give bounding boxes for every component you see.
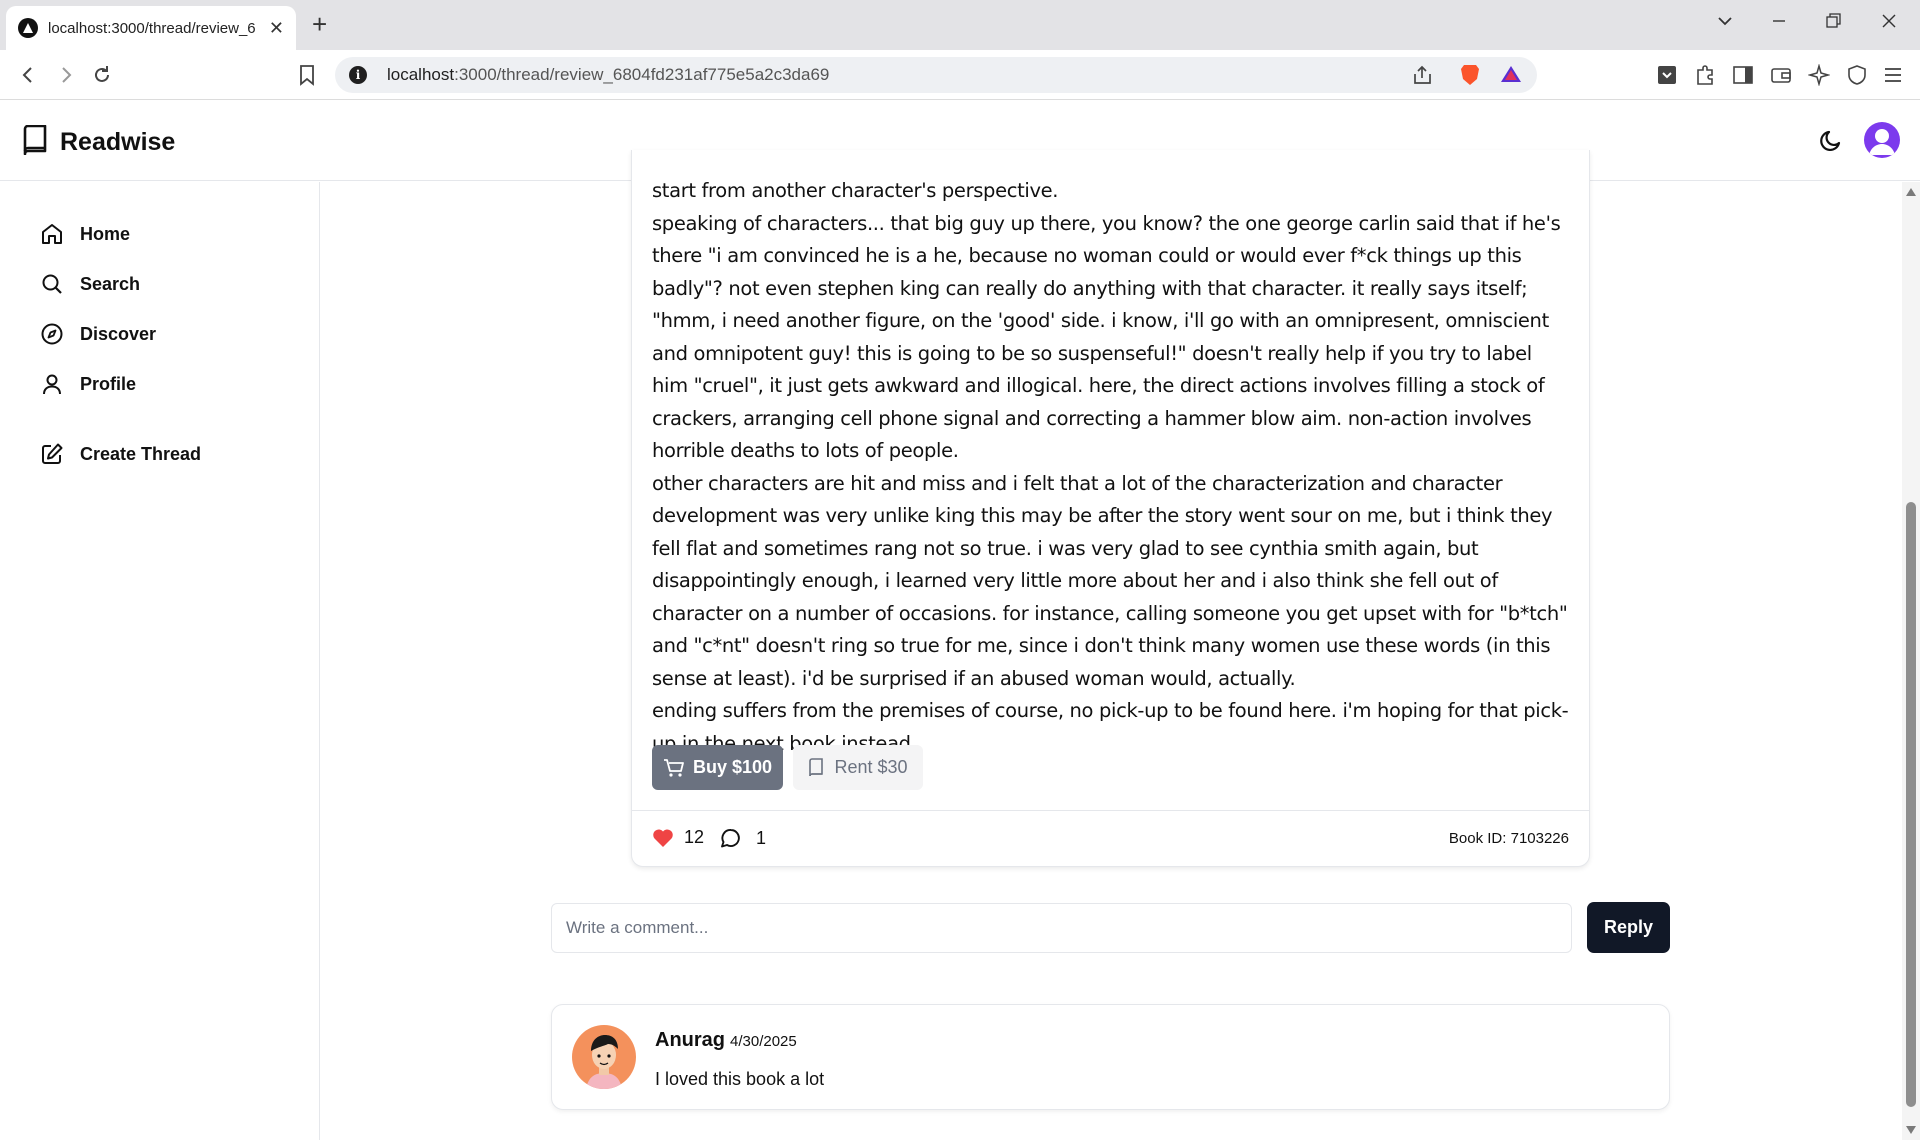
sidebar-item-discover[interactable]: Discover xyxy=(40,319,156,349)
sidebar: Home Search Discover Profile Create Thre… xyxy=(0,182,320,1140)
leo-ai-icon[interactable] xyxy=(1807,63,1831,87)
comment-author[interactable]: Anurag xyxy=(655,1029,725,1052)
vpn-shield-icon[interactable] xyxy=(1846,64,1868,86)
brave-shield-icon[interactable] xyxy=(1460,63,1480,92)
reload-icon[interactable] xyxy=(90,63,114,87)
sidebar-item-search[interactable]: Search xyxy=(40,269,140,299)
book-icon xyxy=(809,757,824,776)
browser-tab-bar: localhost:3000/thread/review_6 ✕ + xyxy=(0,0,1920,50)
sidebar-item-label: Discover xyxy=(80,323,157,344)
minimize-button[interactable] xyxy=(1770,12,1788,35)
sidebar-item-label: Search xyxy=(80,273,141,294)
book-logo-icon xyxy=(22,124,48,160)
heart-icon xyxy=(653,828,673,847)
sidebar-item-label: Home xyxy=(80,223,131,244)
search-icon xyxy=(42,274,62,294)
forward-arrow-icon[interactable] xyxy=(54,63,78,87)
restore-button[interactable] xyxy=(1824,12,1842,35)
reply-button[interactable]: Reply xyxy=(1587,902,1670,953)
review-text: start from another character's perspecti… xyxy=(652,175,1572,760)
address-bar[interactable]: i localhost:3000/thread/review_6804fd231… xyxy=(335,57,1537,93)
sidebar-item-profile[interactable]: Profile xyxy=(40,369,136,399)
wallet-icon[interactable] xyxy=(1770,64,1792,86)
extensions-icon[interactable] xyxy=(1694,64,1716,86)
review-card: start from another character's perspecti… xyxy=(631,150,1590,867)
bookmark-icon[interactable] xyxy=(295,63,319,87)
buy-button[interactable]: Buy $100 xyxy=(652,745,783,790)
book-id: Book ID: 7103226 xyxy=(1448,830,1569,847)
sidebar-item-label: Profile xyxy=(80,373,137,394)
comment-count: 1 xyxy=(756,827,767,848)
browser-tab[interactable]: localhost:3000/thread/review_6 ✕ xyxy=(6,6,296,50)
commenter-avatar xyxy=(572,1025,636,1089)
like-count: 12 xyxy=(684,827,705,847)
menu-icon[interactable] xyxy=(1882,64,1904,86)
comment-input[interactable] xyxy=(551,903,1572,953)
tab-list-chevron-icon[interactable] xyxy=(1716,12,1734,35)
moon-icon[interactable] xyxy=(1818,128,1844,154)
user-icon xyxy=(43,374,61,395)
page-scrollbar[interactable] xyxy=(1902,182,1920,1140)
tab-title: localhost:3000/thread/review_6 xyxy=(48,19,256,37)
review-paragraph: ending suffers from the premises of cour… xyxy=(652,699,1569,755)
favicon-icon xyxy=(18,18,38,38)
review-paragraph: start from another character's perspecti… xyxy=(652,179,1059,202)
home-icon xyxy=(42,224,62,244)
new-tab-button[interactable]: + xyxy=(312,11,327,37)
sidebar-item-create-thread[interactable]: Create Thread xyxy=(40,439,201,469)
comment-count-button[interactable]: 1 xyxy=(720,827,766,849)
url-text: localhost:3000/thread/review_6804fd231af… xyxy=(387,65,830,84)
sidebar-item-home[interactable]: Home xyxy=(40,219,130,249)
comment-text: I loved this book a lot xyxy=(655,1069,825,1089)
scroll-down-arrow-icon xyxy=(1906,1126,1916,1134)
tab-close-icon[interactable]: ✕ xyxy=(269,18,284,39)
buy-label: Buy $100 xyxy=(692,757,773,777)
review-paragraph: speaking of characters... that big guy u… xyxy=(652,211,1561,463)
browser-toolbar: i localhost:3000/thread/review_6804fd231… xyxy=(0,50,1920,100)
comment-icon xyxy=(721,829,740,848)
sidebar-item-label: Create Thread xyxy=(80,443,202,464)
cart-icon xyxy=(663,758,684,777)
rent-button[interactable]: Rent $30 xyxy=(793,745,923,790)
brand-name: Readwise xyxy=(60,128,176,156)
site-info-icon[interactable]: i xyxy=(349,66,367,84)
scroll-thumb[interactable] xyxy=(1906,502,1916,1107)
edit-icon xyxy=(42,443,63,464)
sidebar-toggle-icon[interactable] xyxy=(1732,64,1754,86)
review-paragraph: other characters are hit and miss and i … xyxy=(652,471,1568,690)
share-icon[interactable] xyxy=(1412,65,1434,90)
comment-date: 4/30/2025 xyxy=(730,1033,797,1050)
comment-card: Anurag 4/30/2025 I loved this book a lot xyxy=(551,1004,1670,1110)
scroll-up-arrow-icon xyxy=(1906,188,1916,196)
compass-icon xyxy=(41,323,63,345)
user-avatar[interactable] xyxy=(1864,122,1900,158)
like-button[interactable]: 12 xyxy=(652,827,704,848)
window-close-button[interactable] xyxy=(1880,12,1898,35)
download-icon[interactable] xyxy=(1656,64,1678,86)
brave-rewards-icon[interactable] xyxy=(1500,64,1522,89)
brand-logo[interactable]: Readwise xyxy=(22,124,176,160)
rent-label: Rent $30 xyxy=(834,757,908,777)
review-footer: 12 1 Book ID: 7103226 xyxy=(632,810,1589,866)
back-arrow-icon[interactable] xyxy=(16,63,40,87)
